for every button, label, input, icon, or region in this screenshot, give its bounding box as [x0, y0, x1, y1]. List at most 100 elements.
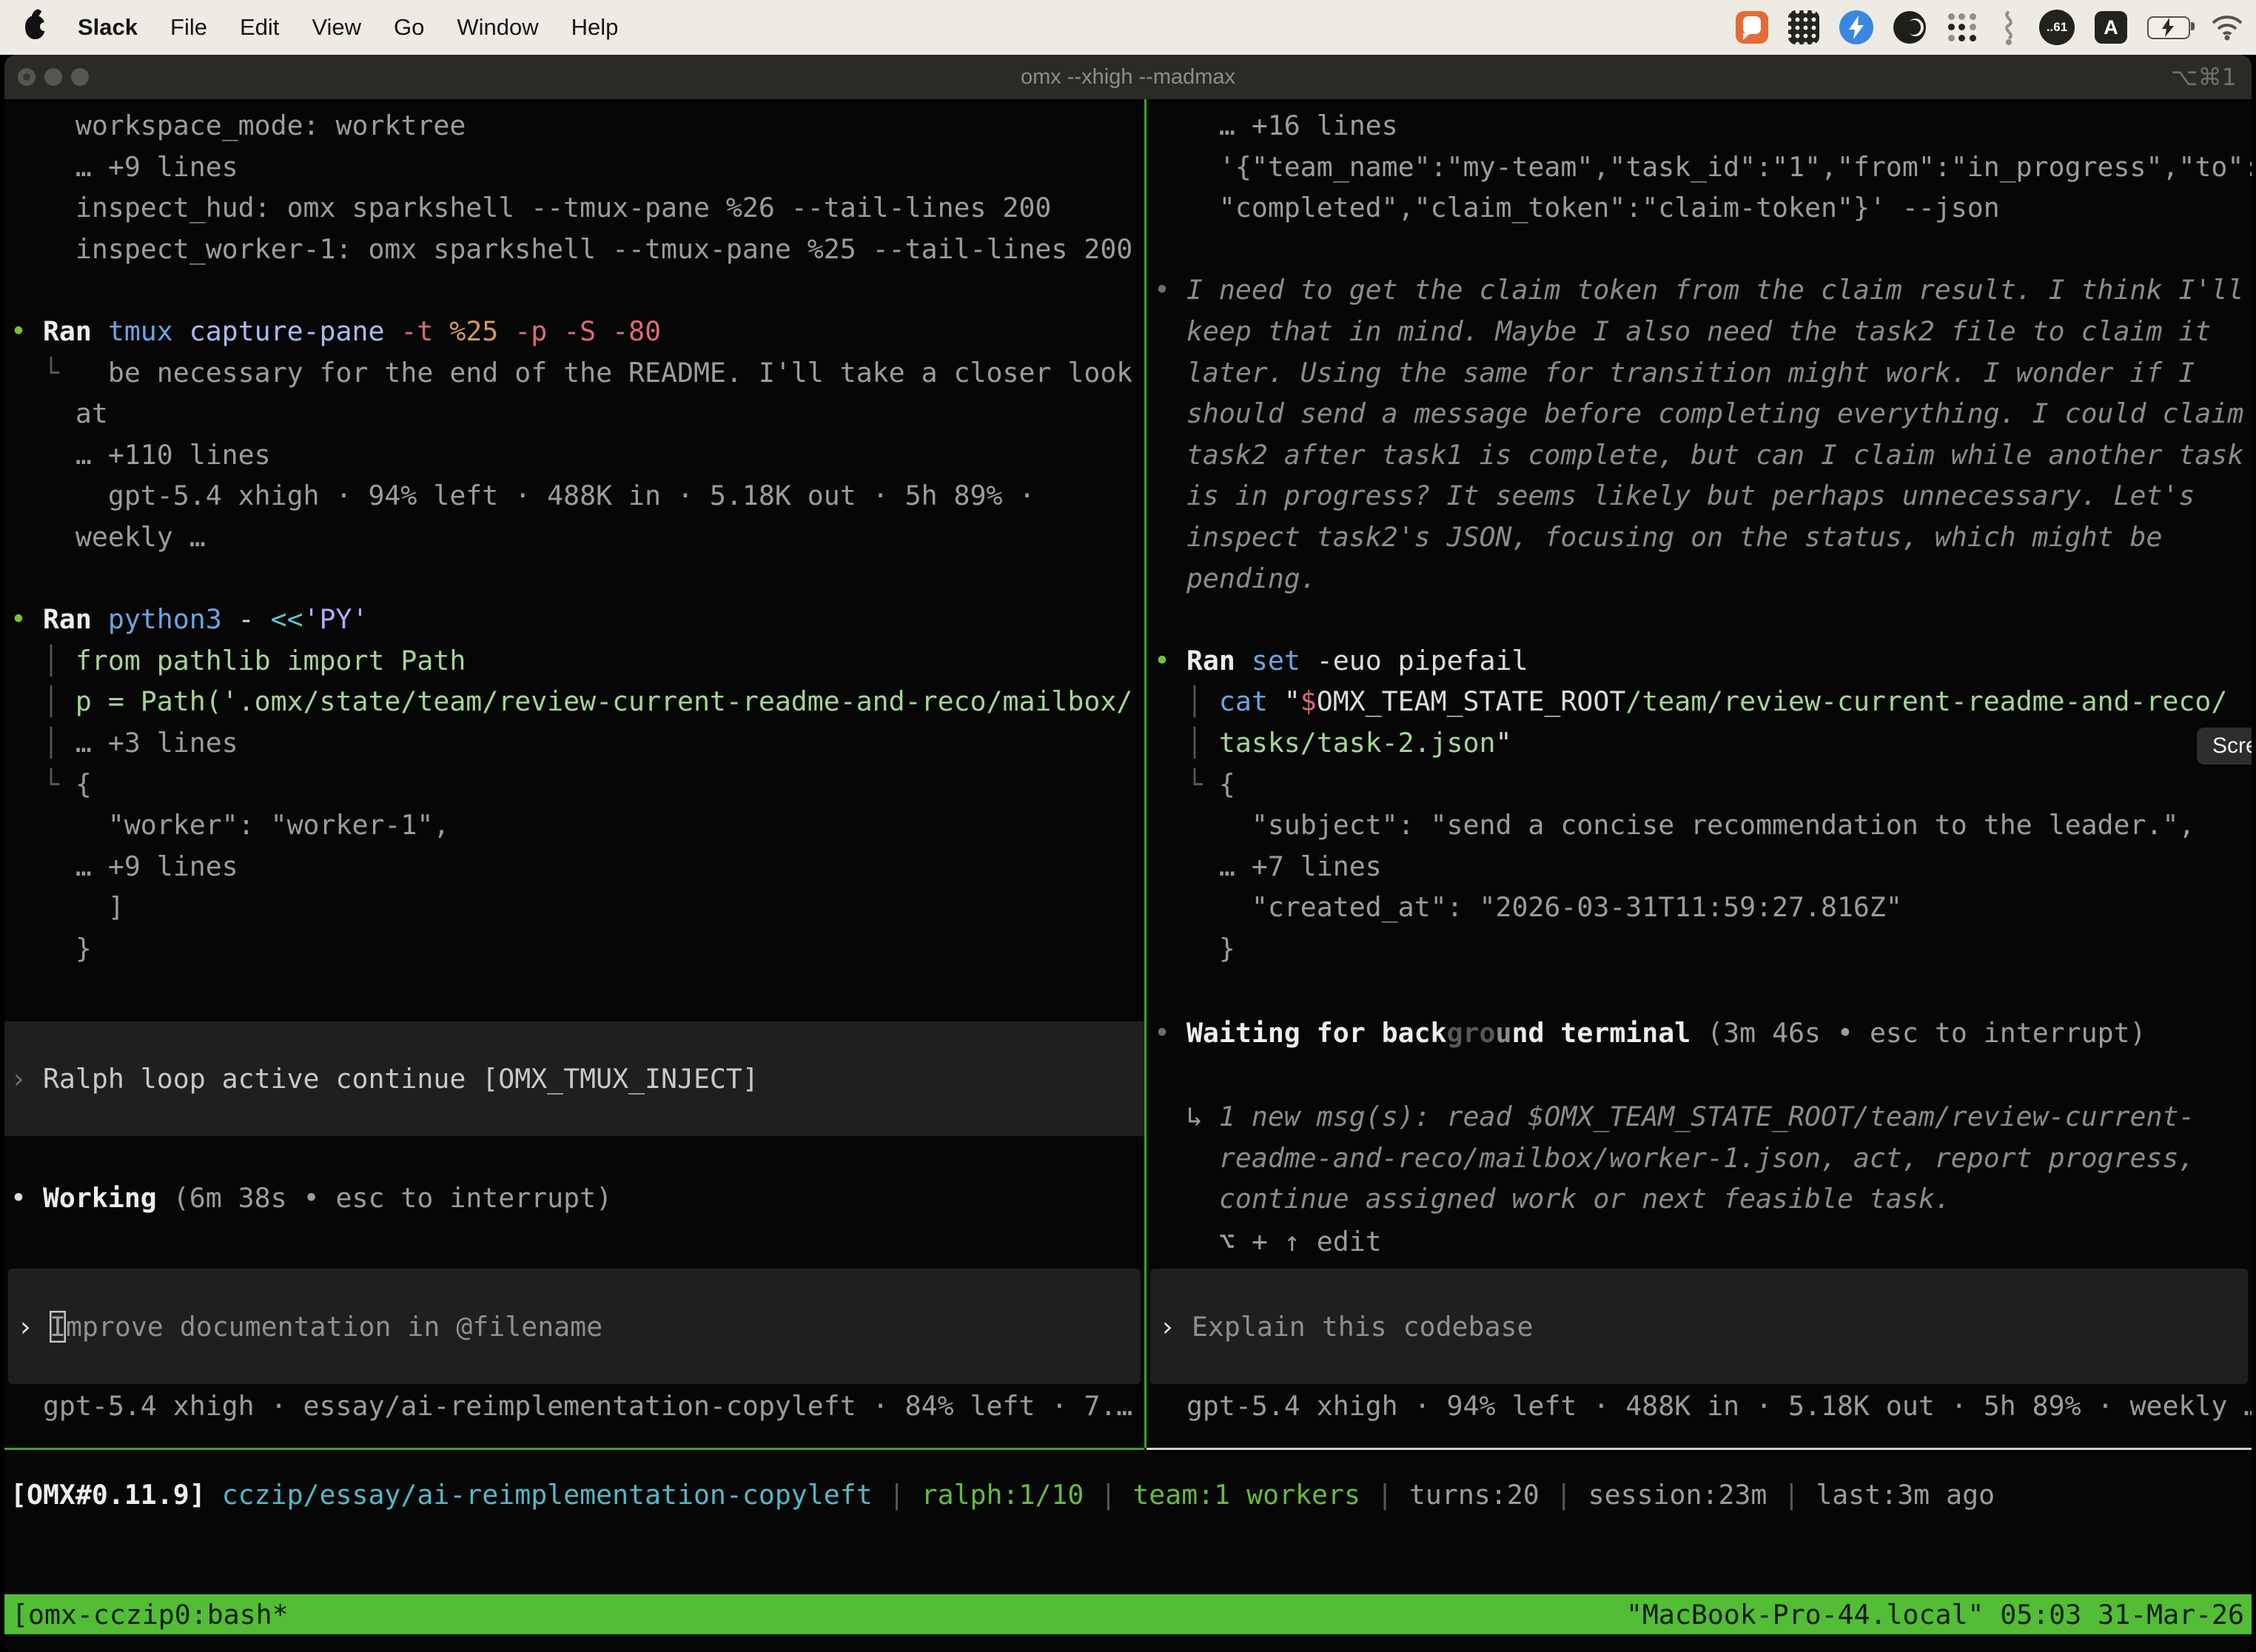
terminal-line: [1154, 599, 2252, 640]
terminal-window: omx --xhigh --madmax ⌥⌘1 workspace_mode:…: [4, 55, 2252, 1652]
terminal-line: is in progress? It seems likely but perh…: [1154, 475, 2252, 517]
menu-items: Slack File Edit View Go Window Help: [0, 14, 618, 41]
terminal-line: keep that in mind. Maybe I also need the…: [1154, 311, 2252, 352]
menu-edit[interactable]: Edit: [240, 14, 279, 41]
lightning-badge-icon[interactable]: [1839, 10, 1873, 44]
edit-hint: ⌥ + ↑ edit: [1154, 1221, 1382, 1263]
terminal-line: › Ralph loop active continue [OMX_TMUX_I…: [4, 1058, 759, 1100]
terminal-line: workspace_mode: worktree: [10, 105, 1144, 147]
terminal-line: pending.: [1154, 558, 2252, 600]
menu-status-icons: ..61 A: [1736, 9, 2256, 46]
terminal-line: … +7 lines: [1154, 846, 2252, 887]
screen-record-icon[interactable]: [1736, 11, 1768, 44]
terminal-line: • Waiting for background terminal (3m 46…: [1154, 1013, 2146, 1054]
terminal-line: task2 after task1 is complete, but can I…: [1154, 434, 2252, 476]
input-placeholder: Explain this codebase: [1192, 1311, 1533, 1343]
terminal-line: ]: [10, 887, 1144, 928]
terminal-line: │ from pathlib import Path: [10, 640, 1144, 682]
terminal-line: └ {: [10, 764, 1144, 805]
terminal-line: │ cat "$OMX_TEAM_STATE_ROOT/team/review-…: [1154, 681, 2252, 722]
terminal-line: • I need to get the claim token from the…: [1154, 269, 2252, 311]
terminal-line: "completed","claim_token":"claim-token"}…: [1154, 187, 2252, 229]
terminal-line: "created_at": "2026-03-31T11:59:27.816Z": [1154, 887, 2252, 928]
terminal-line: gpt-5.4 xhigh · 94% left · 488K in · 5.1…: [1154, 1386, 2252, 1427]
terminal-line: weekly …: [10, 517, 1144, 558]
terminal-line: [OMX#0.11.9] cczip/essay/ai-reimplementa…: [10, 1474, 1995, 1516]
terminal-output: workspace_mode: worktree … +9 lines insp…: [4, 105, 1144, 969]
terminal-line: │ … +3 lines: [10, 722, 1144, 764]
letter-a-badge[interactable]: A: [2095, 11, 2127, 44]
screen-tooltip: Scre: [2197, 728, 2252, 765]
menu-help[interactable]: Help: [571, 14, 619, 41]
terminal-line: • Ran tmux capture-pane -t %25 -p -S -80: [10, 311, 1144, 352]
terminal-line: later. Using the same for transition mig…: [1154, 352, 2252, 394]
terminal-line: └ be necessary for the end of the README…: [10, 352, 1144, 394]
pane-status-right: gpt-5.4 xhigh · 94% left · 488K in · 5.1…: [1154, 1386, 2252, 1427]
ralph-loop-banner: › Ralph loop active continue [OMX_TMUX_I…: [4, 1021, 1144, 1136]
terminal-line: inspect_worker-1: omx sparkshell --tmux-…: [10, 229, 1144, 270]
tmux-host-clock: "MacBook-Pro-44.local" 05:03 31-Mar-26: [1626, 1599, 2252, 1631]
prompt-input-left[interactable]: › Improve documentation in @filename: [8, 1269, 1141, 1384]
screen: { "menubar": { "items": ["Slack", "File"…: [0, 0, 2256, 1652]
terminal-line: … +16 lines: [1154, 105, 2252, 147]
terminal-line: inspect_hud: omx sparkshell --tmux-pane …: [10, 187, 1144, 229]
terminal-line: • Ran python3 - <<'PY': [10, 599, 1144, 640]
text-cursor: I: [50, 1311, 66, 1343]
terminal-line: • Ran set -euo pipefail: [1154, 640, 2252, 682]
terminal-line: should send a message before completing …: [1154, 393, 2252, 434]
terminal-line: │ tasks/task-2.json": [1154, 722, 2252, 764]
battery-icon[interactable]: [2147, 16, 2190, 39]
terminal-line: at: [10, 393, 1144, 434]
menu-app-name[interactable]: Slack: [78, 14, 138, 41]
terminal-line: '{"team_name":"my-team","task_id":"1","f…: [1154, 147, 2252, 188]
prompt-input-right[interactable]: › Explain this codebase: [1150, 1269, 2248, 1384]
terminal-line: … +9 lines: [10, 846, 1144, 887]
terminal-line: ↳ 1 new msg(s): read $OMX_TEAM_STATE_ROO…: [1154, 1096, 2195, 1138]
terminal-line: … +9 lines: [10, 147, 1144, 188]
terminal-line: • Working (6m 38s • esc to interrupt): [10, 1178, 612, 1219]
working-status: • Working (6m 38s • esc to interrupt): [10, 1178, 612, 1219]
pane-bottom-border-left: [4, 1448, 1144, 1450]
terminal-line: │ p = Path('.omx/state/team/review-curre…: [10, 681, 1144, 722]
terminal-line: gpt-5.4 xhigh · 94% left · 488K in · 5.1…: [10, 475, 1144, 517]
terminal-line: "subject": "send a concise recommendatio…: [1154, 805, 2252, 846]
terminal-line: inspect task2's JSON, focusing on the st…: [1154, 517, 2252, 558]
squiggle-icon[interactable]: [1998, 9, 2019, 46]
terminal-line: }: [10, 928, 1144, 970]
terminal-line: "worker": "worker-1",: [10, 805, 1144, 846]
apple-menu-icon[interactable]: [25, 16, 45, 39]
omx-status-line: [OMX#0.11.9] cczip/essay/ai-reimplementa…: [10, 1474, 1995, 1516]
window-titlebar[interactable]: omx --xhigh --madmax ⌥⌘1: [4, 55, 2252, 99]
terminal-line: [10, 269, 1144, 311]
menu-window[interactable]: Window: [457, 14, 538, 41]
wifi-icon[interactable]: [2210, 14, 2244, 41]
terminal-pane-left[interactable]: workspace_mode: worktree … +9 lines insp…: [4, 99, 1144, 1448]
dots-grid-icon[interactable]: [1946, 11, 1978, 44]
prompt-chevron: ›: [1159, 1311, 1192, 1343]
macos-menu-bar: Slack File Edit View Go Window Help ..61…: [0, 0, 2256, 55]
tmux-session-label[interactable]: [omx-cczip0:bash*: [4, 1599, 289, 1631]
count-badge[interactable]: ..61: [2039, 10, 2075, 45]
input-placeholder: mprove documentation in @filename: [66, 1311, 602, 1343]
terminal-line: }: [1154, 928, 2252, 970]
waiting-status: • Waiting for background terminal (3m 46…: [1154, 1013, 2146, 1054]
keypad-icon[interactable]: [1788, 10, 1819, 44]
terminal-pane-right[interactable]: … +16 lines '{"team_name":"my-team","tas…: [1147, 99, 2252, 1448]
terminal-line: └ {: [1154, 764, 2252, 805]
ralph-loop-text: › Ralph loop active continue [OMX_TMUX_I…: [4, 1058, 759, 1100]
terminal-line: ⌥ + ↑ edit: [1154, 1221, 1382, 1263]
window-title: omx --xhigh --madmax: [4, 55, 2252, 99]
pie-menu-icon[interactable]: [1893, 11, 1926, 44]
terminal-line: gpt-5.4 xhigh · essay/ai-reimplementatio…: [10, 1386, 1132, 1427]
menu-view[interactable]: View: [312, 14, 361, 41]
pane-status-left: gpt-5.4 xhigh · essay/ai-reimplementatio…: [10, 1386, 1132, 1427]
mailbox-message: ↳ 1 new msg(s): read $OMX_TEAM_STATE_ROO…: [1154, 1096, 2195, 1220]
pane-bottom-border-right: [1147, 1448, 2252, 1450]
tmux-status-bar: [omx-cczip0:bash* "MacBook-Pro-44.local"…: [4, 1594, 2252, 1634]
window-shortcut: ⌥⌘1: [2171, 55, 2237, 99]
menu-go[interactable]: Go: [394, 14, 424, 41]
terminal-line: continue assigned work or next feasible …: [1154, 1178, 2195, 1220]
menu-file[interactable]: File: [170, 14, 207, 41]
terminal-line: [10, 558, 1144, 600]
terminal-output: … +16 lines '{"team_name":"my-team","tas…: [1147, 105, 2252, 969]
